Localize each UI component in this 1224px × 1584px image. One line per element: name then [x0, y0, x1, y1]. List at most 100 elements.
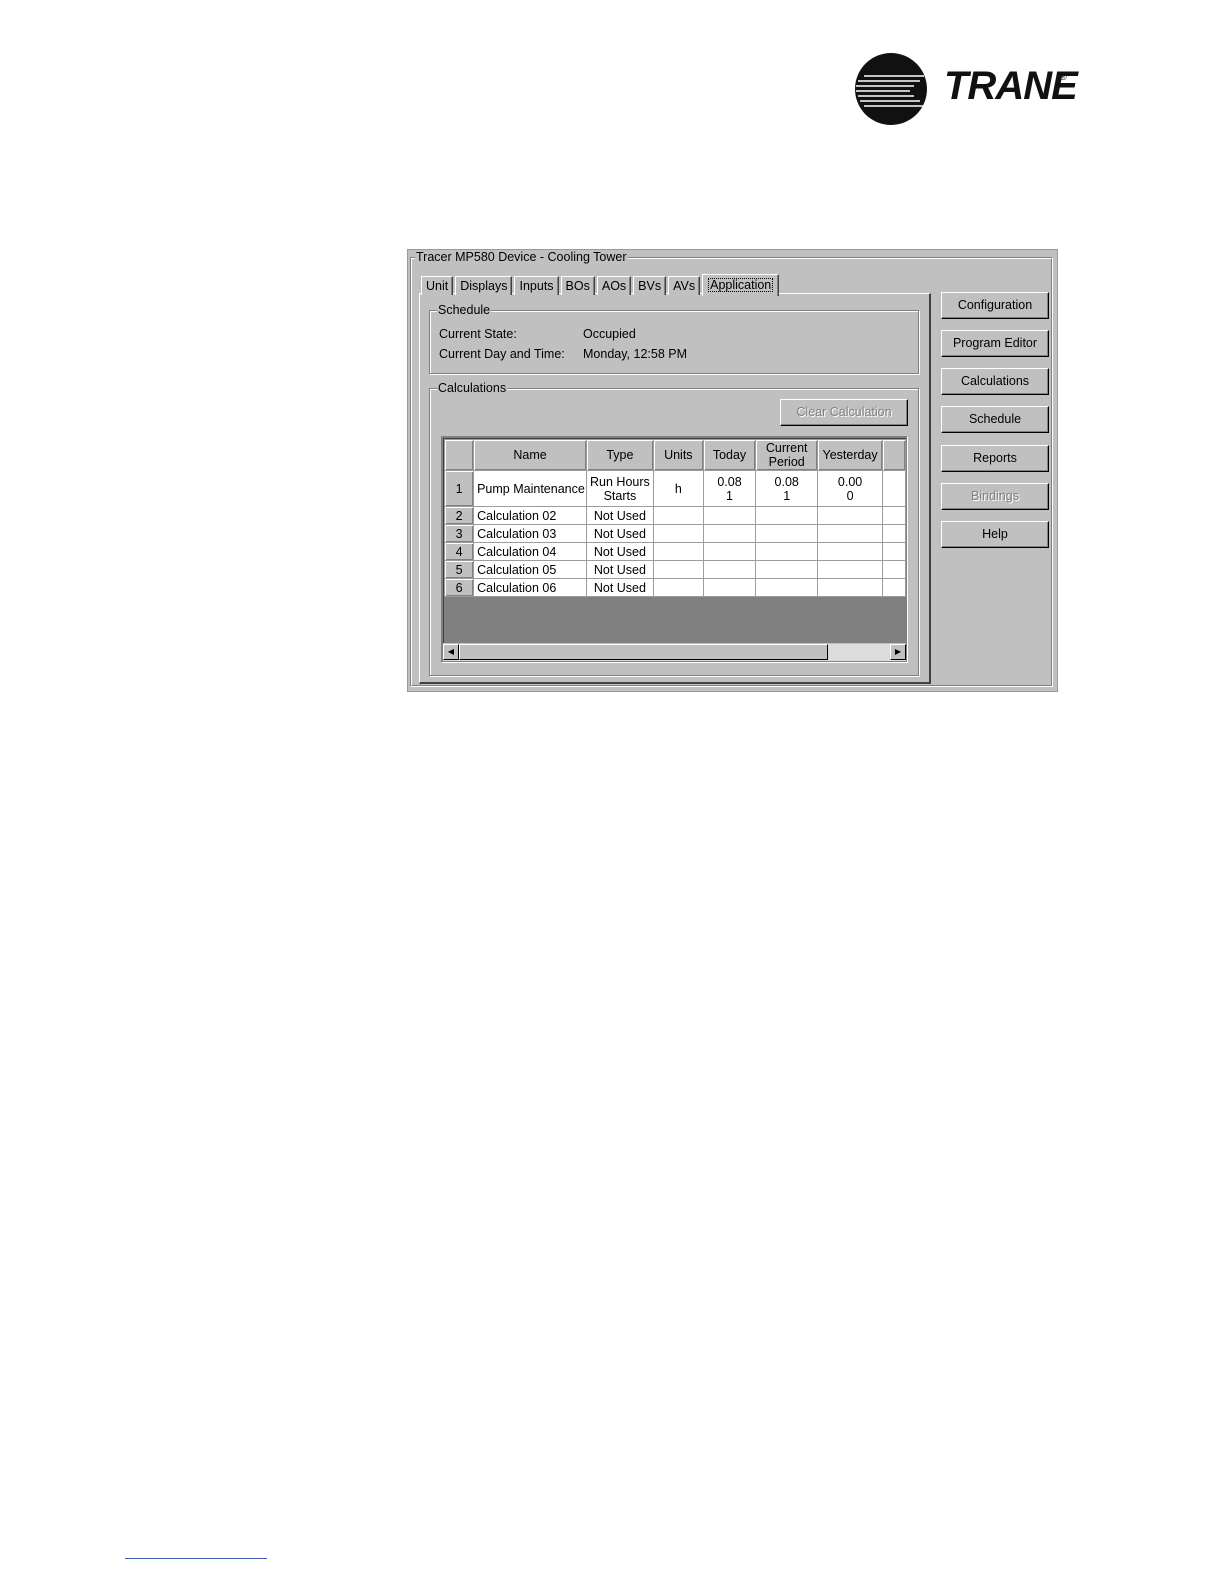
table-row[interactable]: 3 Calculation 03 Not Used — [443, 524, 907, 543]
cell-extra[interactable] — [881, 542, 907, 561]
schedule-group: Schedule Current State: Occupied Current… — [429, 303, 919, 374]
cell-name[interactable]: Calculation 02 — [473, 506, 588, 525]
table-row[interactable]: 4 Calculation 04 Not Used — [443, 542, 907, 561]
cell-name[interactable]: Pump Maintenance — [473, 470, 588, 507]
cell-type-line: Starts — [603, 488, 637, 503]
row-number[interactable]: 3 — [443, 524, 475, 543]
cell-type-line: Not Used — [593, 562, 646, 577]
cell-today-line: 1 — [726, 488, 733, 503]
table-header-row: Name Type Units Today Current Period Yes… — [443, 439, 907, 471]
cell-current-period[interactable] — [755, 524, 819, 543]
cell-type[interactable]: Not Used — [586, 578, 654, 597]
cell-type[interactable]: Not Used — [586, 542, 654, 561]
cell-current-period[interactable]: 0.08 1 — [755, 470, 819, 507]
cell-units[interactable] — [652, 578, 704, 597]
calculations-group-title: Calculations — [437, 381, 508, 395]
cell-type[interactable]: Not Used — [586, 506, 654, 525]
cell-yesterday[interactable] — [817, 560, 883, 579]
cell-current-period[interactable] — [755, 542, 819, 561]
cell-units[interactable] — [652, 542, 704, 561]
tab-bvs[interactable]: BVs — [633, 276, 667, 295]
cell-type[interactable]: Not Used — [586, 524, 654, 543]
tab-application[interactable]: Application — [702, 274, 780, 296]
calculations-table: Name Type Units Today Current Period Yes… — [443, 439, 907, 597]
cell-name[interactable]: Calculation 03 — [473, 524, 588, 543]
row-number[interactable]: 1 — [443, 470, 475, 507]
table-row[interactable]: 5 Calculation 05 Not Used — [443, 560, 907, 579]
registered-mark: ® — [1060, 72, 1067, 82]
table-row[interactable]: 1 Pump Maintenance Run Hours Starts h 0.08 1 0.… — [443, 470, 907, 507]
row-number[interactable]: 4 — [443, 542, 475, 561]
cell-current-period[interactable] — [755, 578, 819, 597]
cell-name[interactable]: Calculation 06 — [473, 578, 588, 597]
cell-extra[interactable] — [881, 506, 907, 525]
cell-extra[interactable] — [881, 560, 907, 579]
column-header-type[interactable]: Type — [586, 439, 654, 471]
clear-calculation-button[interactable]: Clear Calculation — [780, 399, 908, 426]
cell-extra[interactable] — [881, 524, 907, 543]
row-number[interactable]: 2 — [443, 506, 475, 525]
tab-avs[interactable]: AVs — [668, 276, 701, 295]
cell-yesterday[interactable] — [817, 506, 883, 525]
cell-type[interactable]: Run Hours Starts — [586, 470, 654, 507]
tab-aos[interactable]: AOs — [596, 276, 632, 295]
help-button[interactable]: Help — [941, 521, 1049, 548]
device-window: Tracer MP580 Device - Cooling Tower Unit… — [407, 249, 1058, 692]
cell-yesterday[interactable] — [817, 578, 883, 597]
cell-extra[interactable] — [881, 470, 907, 507]
reports-button[interactable]: Reports — [941, 445, 1049, 472]
cell-extra[interactable] — [881, 578, 907, 597]
column-header-name[interactable]: Name — [473, 439, 588, 471]
bindings-button[interactable]: Bindings — [941, 483, 1049, 510]
cell-name[interactable]: Calculation 04 — [473, 542, 588, 561]
cell-units[interactable] — [652, 506, 704, 525]
application-tab-panel: Schedule Current State: Occupied Current… — [419, 293, 931, 684]
cell-today[interactable]: 0.08 1 — [702, 470, 757, 507]
column-header-yesterday[interactable]: Yesterday — [817, 439, 883, 471]
schedule-button[interactable]: Schedule — [941, 406, 1049, 433]
program-editor-button[interactable]: Program Editor — [941, 330, 1049, 357]
scroll-left-icon[interactable]: ◀ — [443, 644, 459, 660]
cell-today[interactable] — [702, 542, 757, 561]
column-header-today[interactable]: Today — [702, 439, 757, 471]
tab-bos[interactable]: BOs — [560, 276, 595, 295]
cell-today-line: 0.08 — [717, 474, 742, 489]
configuration-button[interactable]: Configuration — [941, 292, 1049, 319]
cell-type-line: Not Used — [593, 544, 646, 559]
cell-yesterday-line: 0 — [846, 488, 854, 503]
schedule-group-title: Schedule — [437, 303, 492, 317]
cell-today[interactable] — [702, 506, 757, 525]
trane-wordmark: TRANE — [944, 64, 1078, 108]
scroll-right-icon[interactable]: ▶ — [890, 644, 906, 660]
column-header-current-period[interactable]: Current Period — [755, 439, 819, 471]
current-day-time-label: Current Day and Time: — [439, 347, 565, 361]
cell-yesterday[interactable]: 0.00 0 — [817, 470, 883, 507]
cell-type[interactable]: Not Used — [586, 560, 654, 579]
column-header-units[interactable]: Units — [652, 439, 704, 471]
cell-today[interactable] — [702, 524, 757, 543]
scrollbar-thumb[interactable] — [459, 644, 828, 660]
cell-units[interactable] — [652, 524, 704, 543]
table-row[interactable]: 6 Calculation 06 Not Used — [443, 578, 907, 597]
tab-inputs[interactable]: Inputs — [514, 276, 559, 295]
cell-current-period[interactable] — [755, 560, 819, 579]
row-number[interactable]: 5 — [443, 560, 475, 579]
tab-displays[interactable]: Displays — [455, 276, 513, 295]
tab-unit[interactable]: Unit — [421, 276, 454, 295]
cell-units[interactable] — [652, 560, 704, 579]
cell-type-line: Not Used — [593, 508, 646, 523]
cell-units[interactable]: h — [652, 470, 704, 507]
current-day-time-value: Monday, 12:58 PM — [583, 347, 687, 361]
cell-current-period-line: 0.08 — [774, 474, 799, 489]
horizontal-scrollbar[interactable]: ◀ ▶ — [443, 643, 906, 661]
row-number[interactable]: 6 — [443, 578, 475, 597]
cell-name[interactable]: Calculation 05 — [473, 560, 588, 579]
calculations-button[interactable]: Calculations — [941, 368, 1049, 395]
cell-yesterday[interactable] — [817, 542, 883, 561]
cell-today[interactable] — [702, 578, 757, 597]
cell-yesterday[interactable] — [817, 524, 883, 543]
table-row[interactable]: 2 Calculation 02 Not Used — [443, 506, 907, 525]
corner-header — [443, 439, 475, 471]
cell-today[interactable] — [702, 560, 757, 579]
cell-current-period[interactable] — [755, 506, 819, 525]
